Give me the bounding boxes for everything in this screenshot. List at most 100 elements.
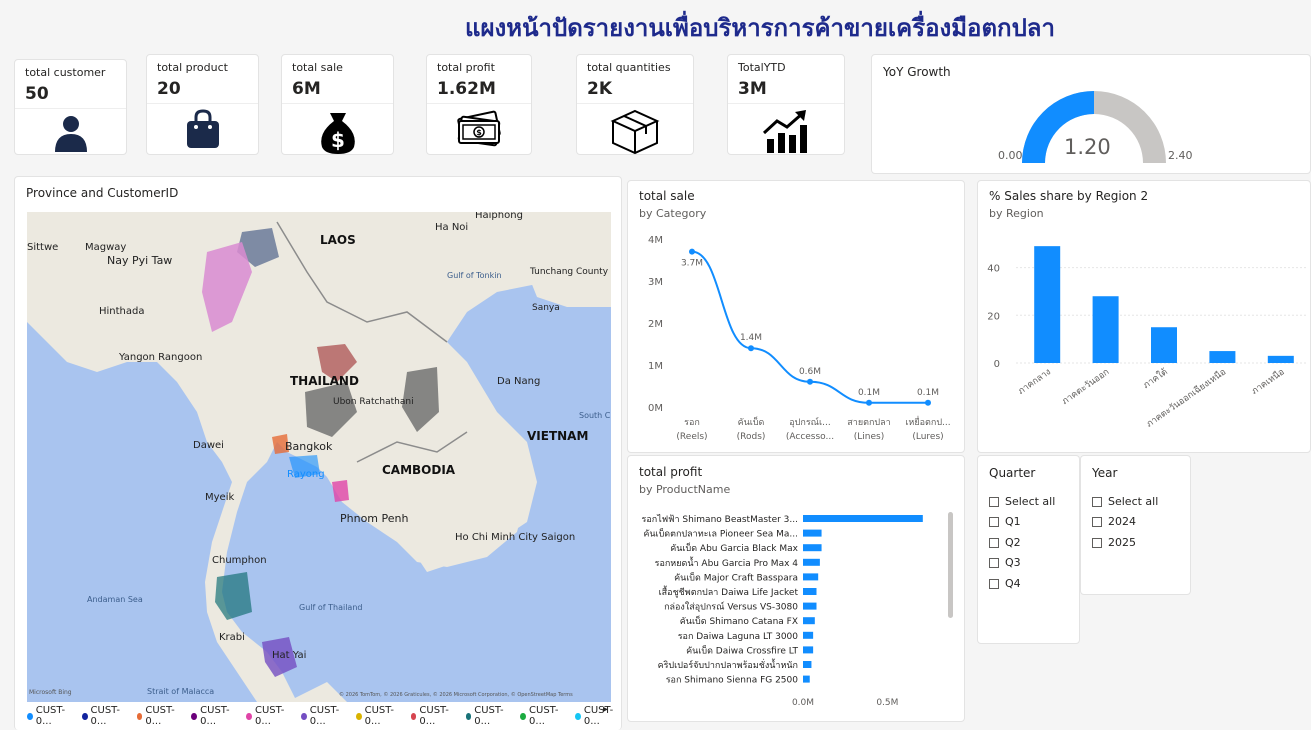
checkbox[interactable] (989, 537, 999, 548)
money-bag-icon: $ (320, 113, 355, 154)
checkbox[interactable] (989, 557, 999, 568)
checkbox[interactable] (1092, 496, 1102, 507)
kpi-divider (427, 103, 531, 104)
year-slicer[interactable]: Year Select all 2024 2025 (1080, 455, 1191, 595)
legend-next-arrow[interactable]: ▸ (603, 704, 608, 715)
kpi-card-total-sale[interactable]: total sale 6M $ (281, 54, 394, 155)
checkbox[interactable] (989, 516, 999, 527)
legend-item[interactable]: CUST-0... (410, 705, 457, 727)
data-point (866, 399, 872, 406)
x-tick-label: (Reels) (676, 432, 707, 442)
kpi-card-total-profit[interactable]: total profit 1.62M $ (426, 54, 532, 155)
quarter-option-select-all[interactable]: Select all (989, 495, 1055, 508)
x-tick-label: (Lines) (854, 432, 884, 442)
quarter-option-q4[interactable]: Q4 (989, 577, 1021, 590)
profit-bar (803, 675, 810, 683)
y-tick-label: คันเบ็ด Major Craft Basspara (674, 570, 798, 583)
x-tick-label: ภาคตะวันออก (1060, 367, 1111, 407)
map-label-malacca: Strait of Malacca (147, 687, 214, 696)
x-tick-label: สายตกปลา (847, 418, 890, 428)
kpi-value: 3M (738, 79, 767, 99)
shopping-bag-icon (186, 109, 219, 148)
option-label: Select all (1108, 495, 1159, 508)
kpi-divider (15, 108, 126, 109)
checkbox[interactable] (1092, 537, 1102, 548)
map-label-tunchang: Tunchang County (529, 267, 609, 277)
legend-item[interactable]: CUST-0... (191, 705, 237, 727)
cash-stack-icon: $ (457, 110, 501, 147)
map-label-phnompenh: Phnom Penh (340, 512, 408, 525)
kpi-value: 6M (292, 79, 321, 99)
legend-item[interactable]: CUST-0... (575, 705, 621, 727)
legend-label: CUST-0... (254, 705, 285, 727)
kpi-card-total-quantities[interactable]: total quantities 2K (576, 54, 694, 155)
option-label: Q3 (1005, 556, 1021, 569)
legend-item[interactable]: CUST-0... (355, 705, 402, 727)
profit-bar-chart[interactable]: รอกไฟฟ้า Shimano BeastMaster 3... คันเบ็ด… (628, 456, 966, 723)
map-label-bangkok: Bangkok (285, 440, 333, 453)
y-tick-label: 2M (648, 319, 663, 330)
sale-line-chart[interactable]: 0M 1M 2M 3M 4M 3.7M รอก (Reels) 1.4M คันเบ็ด (Rods… (628, 181, 966, 454)
kpi-card-total-product[interactable]: total product 20 (146, 54, 259, 155)
map-card[interactable]: Province and CustomerID LAOS THAILAND CA… (14, 176, 622, 730)
map-legend[interactable]: CUST-0... CUST-0... CUST-0... CUST-0... CUST… (27, 705, 621, 727)
profit-bar (803, 573, 819, 581)
province-map[interactable]: LAOS THAILAND CAMBODIA VIETNAM Bangkok H… (27, 212, 611, 702)
yoy-value: 1.20 (1064, 135, 1111, 159)
legend-dot (410, 712, 417, 720)
kpi-card-total-customer[interactable]: total customer 50 (14, 59, 127, 155)
x-tick-label: (Lures) (912, 432, 943, 442)
data-label: 0.6M (799, 367, 821, 377)
sale-by-category-card[interactable]: total sale by Category 0M 1M 2M 3M 4M 3.7M รอก… (627, 180, 965, 453)
legend-item[interactable]: CUST-0... (301, 705, 347, 727)
checkbox[interactable] (1092, 516, 1102, 527)
legend-item[interactable]: CUST-0... (136, 705, 183, 727)
region-bar (1092, 296, 1119, 363)
option-label: Q1 (1005, 515, 1021, 528)
checkbox[interactable] (989, 496, 999, 507)
kpi-divider (282, 103, 393, 104)
map-label-krabi: Krabi (219, 632, 245, 643)
data-point (807, 378, 813, 385)
quarter-slicer[interactable]: Quarter Select all Q1 Q2 Q3 Q4 (977, 455, 1080, 644)
profit-scrollbar[interactable] (948, 512, 953, 618)
kpi-divider (577, 103, 693, 104)
region-bar-chart[interactable]: 02040ภาคกลาง ภาคตะวันออก ภาคใต้ภาคตะวันออก… (978, 181, 1311, 454)
y-tick-label: 4M (648, 235, 663, 246)
quarter-slicer-title: Quarter (989, 466, 1036, 480)
year-option-2024[interactable]: 2024 (1092, 515, 1136, 528)
map-label-hochiminh: Ho Chi Minh City Saigon (455, 532, 575, 543)
region-bar (1267, 355, 1294, 363)
profit-bar (803, 617, 815, 625)
quarter-option-q2[interactable]: Q2 (989, 536, 1021, 549)
year-option-select-all[interactable]: Select all (1092, 495, 1158, 508)
option-label: 2024 (1108, 515, 1136, 528)
legend-item[interactable]: CUST-0... (520, 705, 566, 727)
region-share-card[interactable]: % Sales share by Region 2 by Region 0 20 4… (977, 180, 1311, 453)
map-label-dawei: Dawei (193, 440, 224, 451)
legend-item[interactable]: CUST-0... (27, 705, 73, 727)
option-label: Q4 (1005, 577, 1021, 590)
quarter-option-q1[interactable]: Q1 (989, 515, 1021, 528)
x-tick-label: คันเบ็ด (738, 415, 765, 428)
legend-item[interactable]: CUST-0... (81, 705, 128, 727)
profit-by-product-card[interactable]: total profit by ProductName รอกไฟฟ้า Shi… (627, 455, 965, 722)
legend-item[interactable]: CUST-0... (465, 705, 512, 727)
legend-label: CUST-0... (474, 705, 504, 727)
legend-item[interactable]: CUST-0... (246, 705, 292, 727)
y-tick-label: คันเบ็ด Daiwa Crossfire LT (686, 643, 798, 656)
quarter-option-q3[interactable]: Q3 (989, 556, 1021, 569)
map-label-naypyitaw: Nay Pyi Taw (107, 254, 172, 267)
legend-dot (465, 712, 472, 720)
profit-bar (803, 661, 812, 668)
yoy-growth-card[interactable]: YoY Growth 1.20 0.00 2.40 (871, 54, 1311, 174)
kpi-card-total-ytd[interactable]: TotalYTD 3M (727, 54, 845, 155)
y-tick-label: คันเบ็ดตกปลาทะเล Pioneer Sea Ma... (643, 527, 798, 540)
checkbox[interactable] (989, 578, 999, 589)
map-label-sittwe: Sittwe (27, 242, 58, 253)
y-tick-label: 40 (987, 264, 1000, 275)
year-option-2025[interactable]: 2025 (1092, 536, 1136, 549)
y-tick-label: รอกหยดน้ำ Abu Garcia Pro Max 4 (655, 556, 799, 569)
y-tick-label: รอกไฟฟ้า Shimano BeastMaster 3... (642, 514, 799, 525)
legend-dot (191, 712, 198, 720)
